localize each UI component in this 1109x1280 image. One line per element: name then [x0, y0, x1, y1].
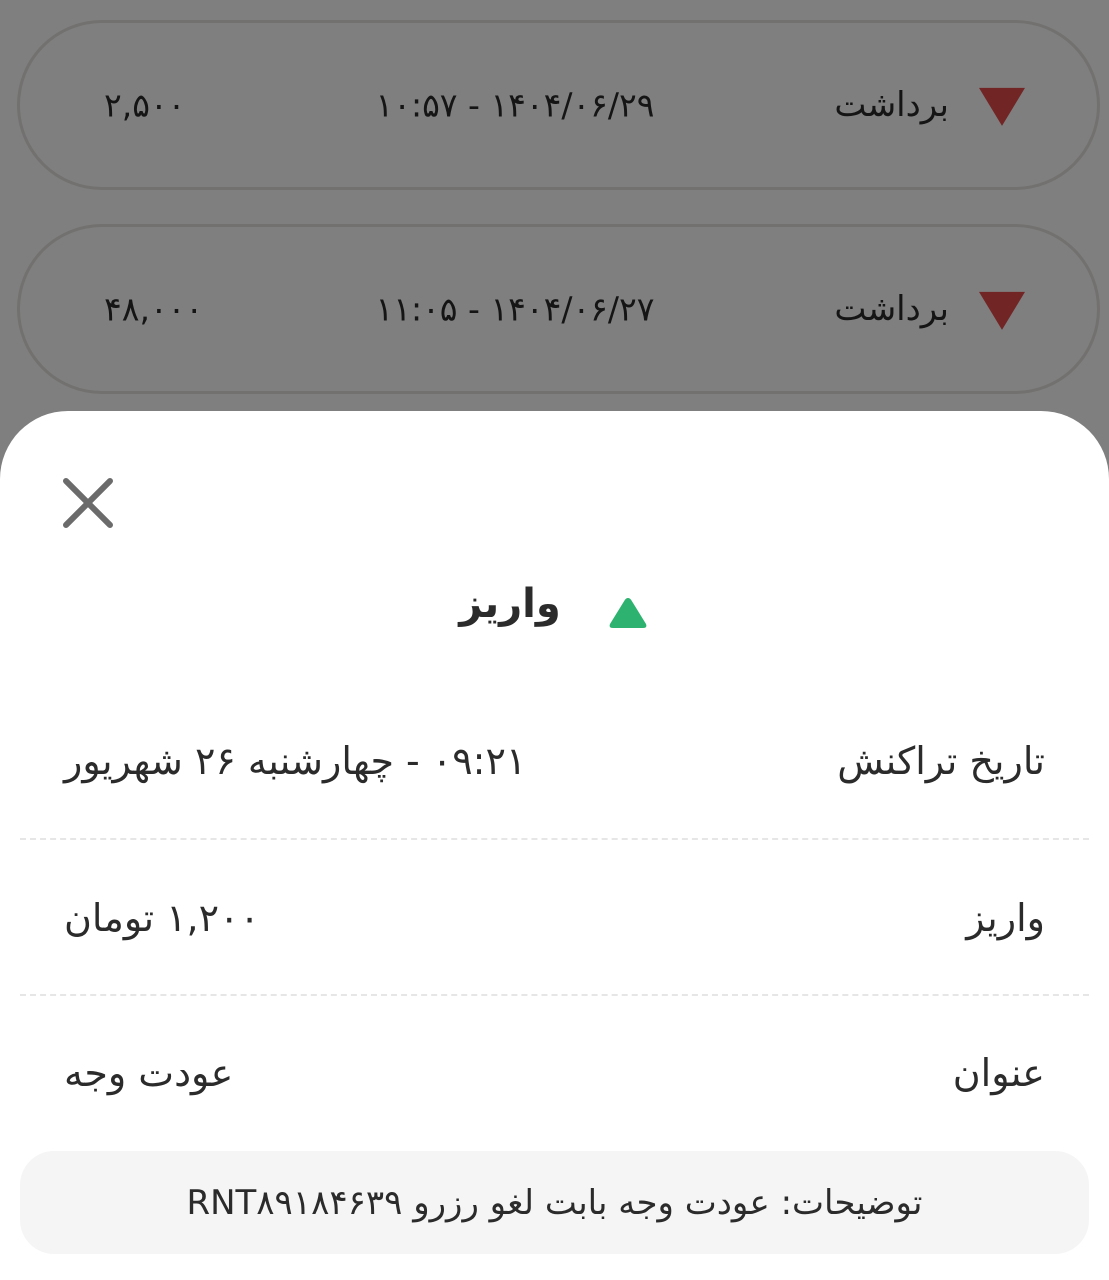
sheet-header: واریز: [0, 581, 1109, 641]
description-text: توضیحات: عودت وجه بابت لغو رزرو RNT۸۹۱۸۴…: [186, 1182, 923, 1223]
transaction-detail-sheet: واریز تاریخ تراکنش ۰۹:۲۱ - چهارشنبه ۲۶ ش…: [0, 411, 1109, 1280]
divider: [20, 994, 1089, 996]
detail-value: عودت وجه: [64, 1051, 234, 1095]
description-box: توضیحات: عودت وجه بابت لغو رزرو RNT۸۹۱۸۴…: [20, 1151, 1089, 1254]
sheet-title: واریز: [459, 581, 561, 627]
detail-value: ۱,۲۰۰ تومان: [64, 896, 260, 940]
detail-row-amount: واریز ۱,۲۰۰ تومان: [20, 878, 1089, 958]
detail-label: عنوان: [952, 1051, 1045, 1095]
detail-row-title: عنوان عودت وجه: [20, 1033, 1089, 1113]
close-icon: [63, 478, 113, 528]
divider: [20, 838, 1089, 840]
detail-label: تاریخ تراکنش: [837, 739, 1045, 783]
up-triangle-icon: [609, 598, 647, 628]
detail-label: واریز: [966, 896, 1045, 940]
close-button[interactable]: [60, 475, 116, 531]
detail-value: ۰۹:۲۱ - چهارشنبه ۲۶ شهریور: [64, 739, 527, 783]
detail-row-date: تاریخ تراکنش ۰۹:۲۱ - چهارشنبه ۲۶ شهریور: [20, 721, 1089, 801]
